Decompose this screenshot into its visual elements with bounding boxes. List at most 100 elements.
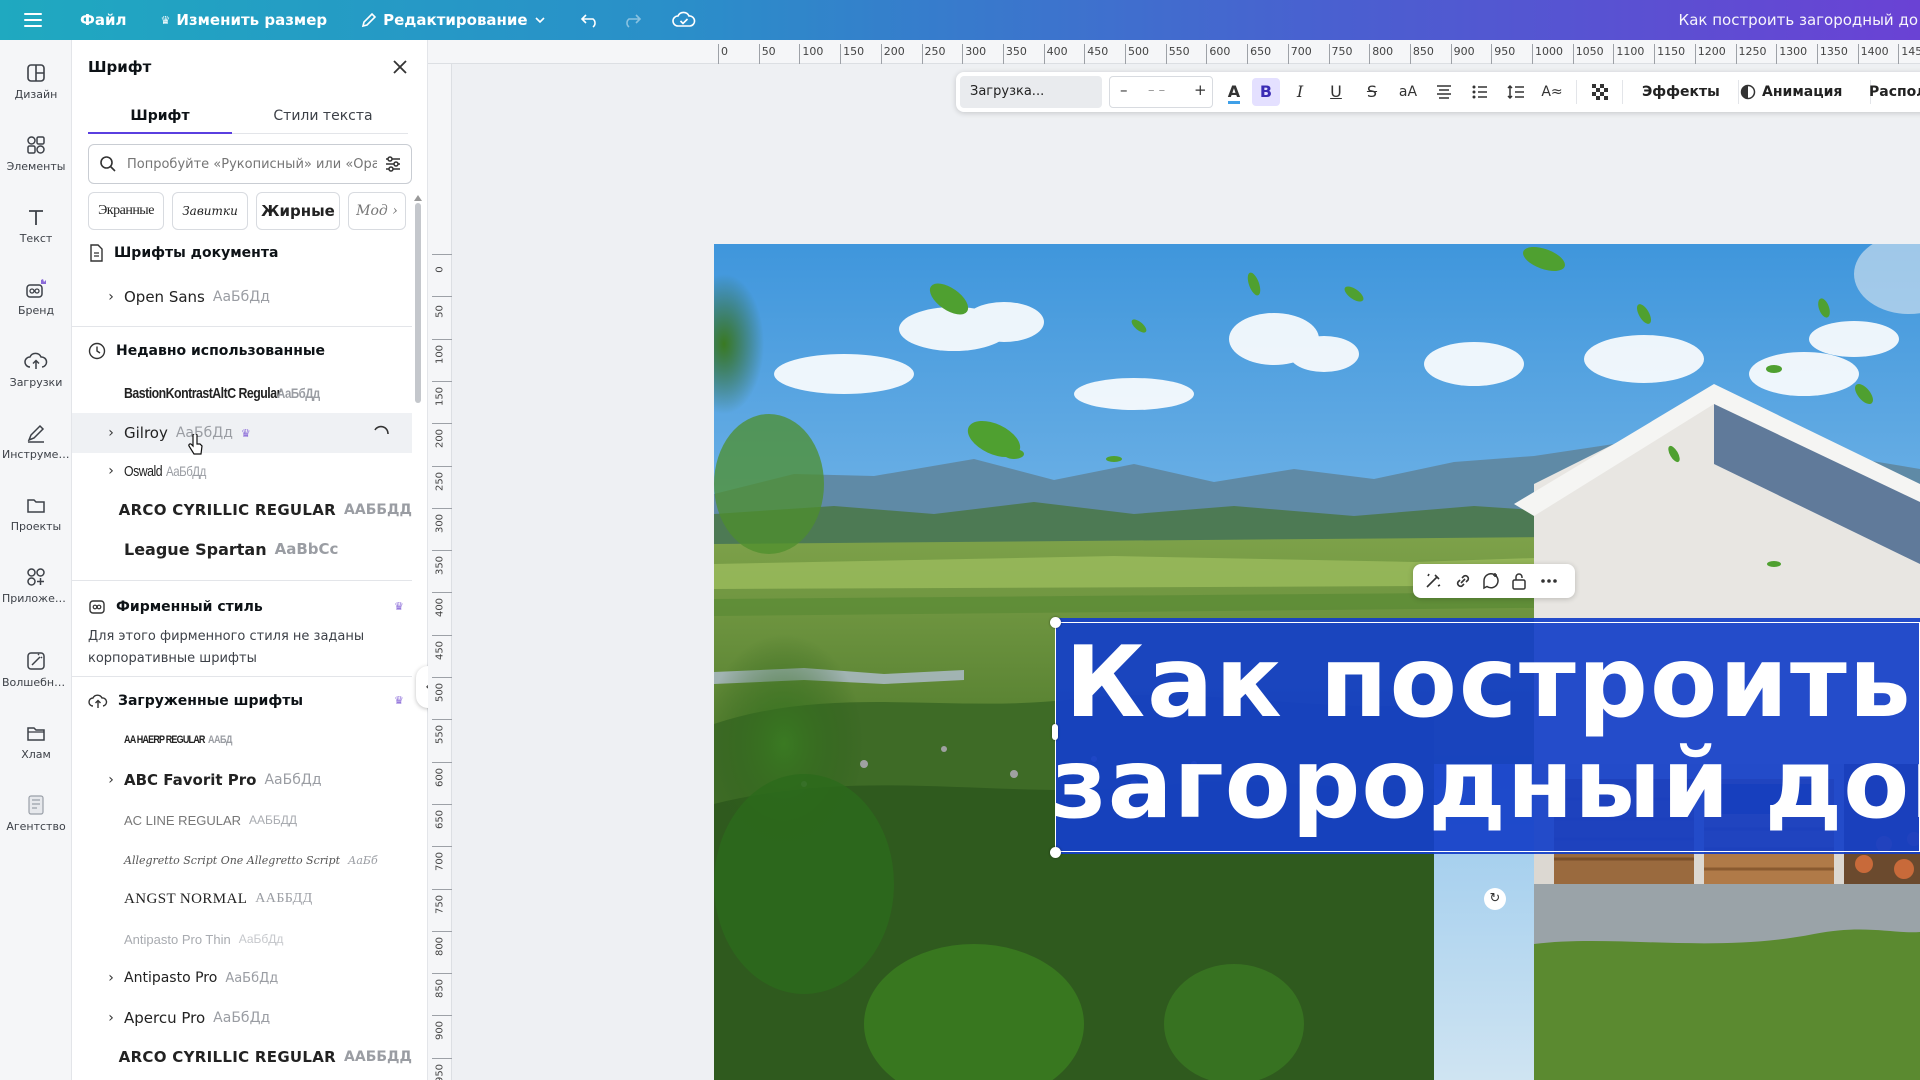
rail-item-brand[interactable]: Бренд [0, 278, 72, 317]
chevron-right-icon[interactable]: › [98, 463, 124, 479]
effects-button[interactable]: Эффекты [1642, 72, 1720, 112]
crown-icon: ♛ [394, 600, 404, 613]
more-options-icon[interactable] [1539, 571, 1559, 591]
chevron-right-icon[interactable]: › [98, 289, 124, 305]
font-item-arco-2[interactable]: ARCO CYRILLIC REGULAR ААББДД [72, 1037, 412, 1077]
folder-icon [27, 499, 45, 513]
rail-item-design[interactable]: Дизайн [0, 62, 72, 101]
chip-bold[interactable]: Жирные [256, 192, 340, 230]
ruler-h-tick [799, 44, 801, 64]
font-item-apercu[interactable]: › Apercu Pro АаБбДд [72, 998, 412, 1038]
ruler-h-label: 50 [761, 45, 776, 58]
ruler-h-label: 900 [1453, 45, 1475, 58]
font-item-league-spartan[interactable]: League Spartan AaBbCc [72, 529, 412, 569]
magic-icon [27, 652, 45, 670]
tab-text-styles[interactable]: Стили текста [238, 100, 408, 134]
font-item-bastion[interactable]: BastionKontrastAltC Regular АаБбДд [72, 373, 412, 413]
chevron-right-icon[interactable]: › [98, 970, 124, 986]
strikethrough-button[interactable]: S [1358, 78, 1386, 106]
bold-button[interactable]: B [1252, 78, 1280, 106]
scroll-up-arrow[interactable] [414, 195, 422, 201]
tab-font[interactable]: Шрифт [88, 100, 232, 134]
underline-button[interactable]: U [1322, 78, 1350, 106]
font-selector[interactable]: Загрузка... [960, 76, 1102, 108]
document-title[interactable]: Как построить загородный до [1679, 0, 1920, 40]
resize-label: Изменить размер [176, 11, 328, 29]
file-menu[interactable]: Файл [80, 11, 127, 29]
font-sample: AaBbCc [274, 540, 339, 558]
font-item-angst[interactable]: ANGST NORMAL ААББДД [72, 879, 412, 919]
ruler-h-tick [1816, 44, 1818, 64]
apps-icon [27, 568, 45, 586]
chevron-right-icon[interactable]: › [98, 425, 124, 441]
chevron-right-icon[interactable]: › [98, 1010, 124, 1026]
link-icon[interactable] [1453, 571, 1473, 591]
comment-add-icon[interactable] [1481, 571, 1501, 591]
menu-icon[interactable] [24, 12, 46, 28]
tools-icon [27, 424, 45, 443]
font-item-ac-line[interactable]: AC LINE REGULAR ААББДД [72, 800, 412, 840]
rail-item-apps[interactable]: Приложен... [0, 566, 72, 605]
transparency-button[interactable] [1586, 78, 1614, 106]
animation-button[interactable]: Анимация [1740, 72, 1842, 112]
ruler-h-tick [1694, 44, 1696, 64]
filter-icon[interactable] [384, 155, 402, 173]
redo-icon [625, 14, 641, 28]
italic-button[interactable]: I [1286, 78, 1314, 106]
font-size-value[interactable]: – – [1148, 83, 1165, 98]
resize-button[interactable]: ♛ Изменить размер [161, 11, 328, 29]
chip-screen[interactable]: Экранные [88, 192, 164, 230]
editing-mode-button[interactable]: Редактирование [361, 11, 546, 29]
font-item-arco[interactable]: ARCO CYRILLIC REGULAR ААББДД [72, 490, 412, 530]
italic-icon: I [1296, 82, 1304, 101]
cloud-sync-button[interactable] [671, 11, 696, 29]
font-item-allegretto[interactable]: Allegretto Script One Allegretto Script … [72, 840, 412, 880]
font-item-open-sans[interactable]: › Open Sans АаБбДд [72, 277, 412, 317]
resize-handle[interactable] [1052, 724, 1058, 740]
undo-button[interactable] [580, 12, 600, 28]
font-item-gilroy[interactable]: › Gilroy АаБбДд ♛ [72, 413, 412, 453]
font-item-oswald[interactable]: › Oswald АаБбДд [72, 451, 412, 491]
chip-modern[interactable]: Мод › [348, 192, 406, 230]
rail-item-trash[interactable]: Хлам [0, 722, 72, 761]
magic-edit-icon[interactable] [1423, 571, 1443, 591]
size-decrease-button[interactable]: – [1120, 81, 1128, 99]
align-button[interactable] [1430, 78, 1458, 106]
rail-item-uploads[interactable]: Загрузки [0, 350, 72, 389]
font-item-aa-haerp[interactable]: AA HAERP REGULAR ААБД [72, 720, 412, 760]
position-label: Располо [1869, 84, 1920, 100]
panel-scrollbar[interactable] [415, 203, 421, 403]
rail-item-text[interactable]: Текст [0, 206, 72, 245]
size-increase-button[interactable]: + [1194, 81, 1207, 99]
font-item-abc-favorit[interactable]: › ABC Favorit Pro АаБбДд [72, 760, 412, 800]
brand-fonts-header: Фирменный стиль ♛ [88, 598, 404, 616]
rail-item-projects[interactable]: Проекты [0, 494, 72, 533]
rail-item-elements[interactable]: Элементы [0, 134, 72, 173]
position-button[interactable]: Располо [1869, 72, 1920, 112]
lock-icon[interactable] [1509, 571, 1529, 591]
list-button[interactable] [1466, 78, 1494, 106]
rotate-handle-icon[interactable]: ↻ [1484, 888, 1506, 910]
font-sample: АаБбДд [175, 425, 233, 441]
font-item-antipasto[interactable]: › Antipasto Pro АаБбДд [72, 958, 412, 998]
chip-curls[interactable]: Завитки [172, 192, 248, 230]
ruler-h-label: 850 [1412, 45, 1434, 58]
font-item-antipasto-thin[interactable]: Antipasto Pro Thin АаБбДд [72, 919, 412, 959]
brand-icon [26, 279, 46, 298]
letter-case-button[interactable]: aA [1394, 78, 1422, 106]
text-effects-button[interactable]: A≈ [1538, 78, 1566, 106]
resize-handle[interactable] [1050, 617, 1061, 628]
spacing-button[interactable] [1502, 78, 1530, 106]
rail-item-tools[interactable]: Инструмен... [0, 422, 72, 461]
ruler-v-tick [432, 846, 452, 848]
rail-item-agency[interactable]: Агентство [0, 794, 72, 833]
font-search-input[interactable] [127, 153, 377, 175]
text-color-button[interactable]: A [1220, 78, 1248, 106]
chevron-right-icon[interactable]: › [98, 772, 124, 788]
close-icon[interactable] [389, 56, 411, 78]
search-icon [100, 156, 116, 172]
resize-handle[interactable] [1050, 847, 1061, 858]
redo-button[interactable] [622, 12, 642, 28]
rail-item-magic[interactable]: Волшебны... [0, 650, 72, 689]
font-name: Antipasto Pro [124, 970, 218, 986]
